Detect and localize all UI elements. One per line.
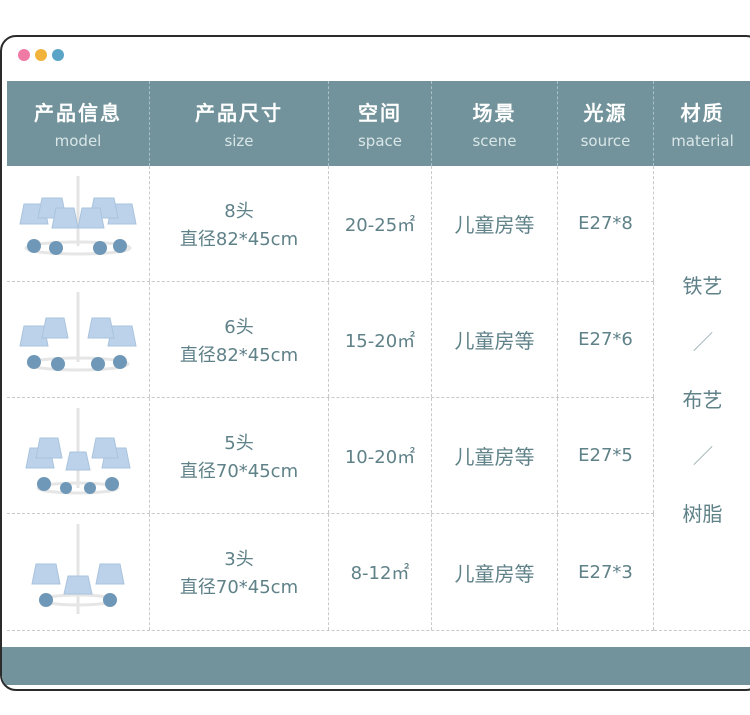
space-cell: 20-25㎡ — [329, 166, 432, 281]
scene-value: 儿童房等 — [454, 329, 535, 353]
source-cell: E27*3 — [558, 514, 654, 630]
head-count: 6头 — [224, 316, 254, 338]
header-size-en: size — [224, 132, 254, 150]
chandelier-6-head-image — [7, 282, 150, 397]
yellow-dot-icon[interactable] — [35, 49, 47, 61]
scene-cell: 儿童房等 — [432, 282, 558, 397]
material-fabric: 布艺 — [682, 387, 723, 412]
head-count: 5头 — [224, 432, 254, 454]
scene-value: 儿童房等 — [454, 445, 535, 469]
header-material: 材质 material — [654, 81, 750, 166]
table-row: 5头 直径70*45cm 10-20㎡ 儿童房等 E27*5 — [7, 398, 654, 514]
header-space-en: space — [357, 132, 402, 150]
spec-table: 产品信息 model 产品尺寸 size 空间 space 场景 scene 光… — [7, 81, 750, 631]
space-value: 20-25㎡ — [344, 214, 416, 236]
header-size: 产品尺寸 size — [150, 81, 329, 166]
header-model-en: model — [54, 132, 102, 150]
header-scene: 场景 scene — [432, 81, 558, 166]
blue-dot-icon[interactable] — [52, 49, 64, 61]
source-cell: E27*8 — [558, 166, 654, 281]
size-cell: 5头 直径70*45cm — [150, 398, 329, 513]
window-controls — [18, 49, 64, 61]
window-frame: 产品信息 model 产品尺寸 size 空间 space 场景 scene 光… — [0, 35, 750, 691]
source-value: E27*5 — [578, 445, 633, 466]
header-material-en: material — [671, 132, 734, 150]
source-cell: E27*6 — [558, 282, 654, 397]
size-cell: 6头 直径82*45cm — [150, 282, 329, 397]
scene-cell: 儿童房等 — [432, 514, 558, 630]
scene-value: 儿童房等 — [454, 213, 535, 237]
dimension: 直径82*45cm — [179, 228, 299, 250]
table-rows: 8头 直径82*45cm 20-25㎡ 儿童房等 E27*8 6头 直径82*4… — [7, 166, 654, 631]
material-iron: 铁艺 — [682, 273, 723, 298]
header-scene-zh: 场景 — [472, 101, 517, 125]
source-value: E27*3 — [578, 561, 633, 583]
space-cell: 10-20㎡ — [329, 398, 432, 513]
space-cell: 8-12㎡ — [329, 514, 432, 630]
table-row: 3头 直径70*45cm 8-12㎡ 儿童房等 E27*3 — [7, 514, 654, 631]
source-value: E27*6 — [578, 329, 633, 350]
material-resin: 树脂 — [682, 501, 723, 526]
scene-cell: 儿童房等 — [432, 166, 558, 281]
header-model-zh: 产品信息 — [34, 101, 122, 125]
header-source-zh: 光源 — [583, 101, 628, 125]
chandelier-5-head-image — [7, 398, 150, 513]
scene-cell: 儿童房等 — [432, 398, 558, 513]
source-value: E27*8 — [578, 213, 633, 234]
chandelier-8-head-image — [7, 166, 150, 281]
space-value: 15-20㎡ — [344, 330, 416, 352]
material-cell: 铁艺 布艺 树脂 — [654, 166, 750, 631]
pink-dot-icon[interactable] — [18, 49, 30, 61]
table-row: 8头 直径82*45cm 20-25㎡ 儿童房等 E27*8 — [7, 166, 654, 282]
divider-slash — [692, 331, 713, 351]
table-body: 8头 直径82*45cm 20-25㎡ 儿童房等 E27*8 6头 直径82*4… — [7, 166, 750, 631]
space-cell: 15-20㎡ — [329, 282, 432, 397]
dimension: 直径82*45cm — [179, 344, 299, 366]
space-value: 8-12㎡ — [350, 563, 410, 584]
header-model: 产品信息 model — [7, 81, 150, 166]
scene-value: 儿童房等 — [454, 561, 535, 586]
size-cell: 8头 直径82*45cm — [150, 166, 329, 281]
table-header: 产品信息 model 产品尺寸 size 空间 space 场景 scene 光… — [7, 81, 750, 166]
header-material-zh: 材质 — [680, 101, 725, 125]
dimension: 直径70*45cm — [179, 460, 299, 482]
chandelier-3-head-image — [7, 514, 150, 630]
header-size-zh: 产品尺寸 — [195, 101, 283, 125]
header-source-en: source — [580, 132, 631, 150]
divider-slash — [692, 445, 713, 465]
header-scene-en: scene — [472, 132, 517, 150]
footer-bar — [2, 647, 750, 685]
header-source: 光源 source — [558, 81, 654, 166]
header-space-zh: 空间 — [358, 101, 402, 125]
dimension: 直径70*45cm — [179, 577, 299, 598]
head-count: 3头 — [224, 549, 254, 570]
source-cell: E27*5 — [558, 398, 654, 513]
space-value: 10-20㎡ — [344, 446, 416, 468]
table-row: 6头 直径82*45cm 15-20㎡ 儿童房等 E27*6 — [7, 282, 654, 398]
header-space: 空间 space — [329, 81, 432, 166]
head-count: 8头 — [224, 200, 254, 222]
size-cell: 3头 直径70*45cm — [150, 514, 329, 630]
